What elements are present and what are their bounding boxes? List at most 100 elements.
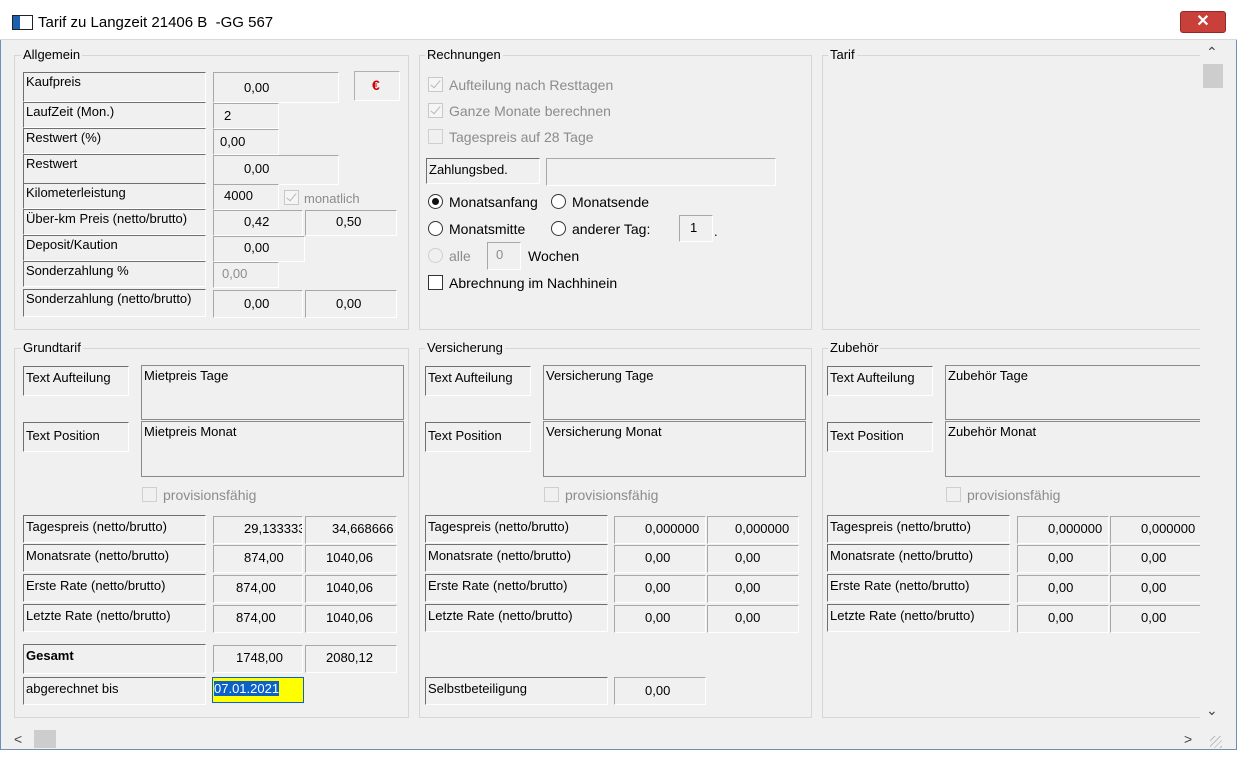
gt-text-position-field[interactable]: Mietpreis Monat: [141, 421, 404, 477]
vs-row-label: Letzte Rate (netto/brutto): [425, 604, 608, 632]
monatsanfang-radio[interactable]: [428, 194, 443, 209]
vs-row-brutto[interactable]: 0,00: [707, 605, 799, 633]
vs-provision-checkbox[interactable]: [544, 487, 559, 502]
anderer-tag-field[interactable]: 1: [679, 215, 713, 242]
zahlungsbed-field[interactable]: [546, 158, 776, 186]
sonder-pct-field[interactable]: 0,00: [213, 262, 279, 288]
window-icon: [12, 15, 33, 30]
zb-row-netto[interactable]: 0,00: [1017, 575, 1109, 603]
scroll-right-icon[interactable]: >: [1184, 731, 1192, 747]
zb-row-brutto[interactable]: 0,000000: [1110, 516, 1200, 544]
gt-row-brutto[interactable]: 1040,06: [305, 545, 397, 573]
abgerechnet-field[interactable]: 07.01.2021: [212, 677, 304, 703]
restwert-pct-field[interactable]: 0,00: [213, 129, 279, 155]
scroll-up-icon[interactable]: ⌃: [1206, 44, 1218, 61]
monatsende-label: Monatsende: [572, 194, 650, 210]
vs-row-netto[interactable]: 0,00: [614, 545, 706, 573]
tagespreis28-label: Tagespreis auf 28 Tage: [449, 129, 594, 145]
vs-row-brutto[interactable]: 0,00: [707, 575, 799, 603]
zb-row-netto[interactable]: 0,00: [1017, 545, 1109, 573]
deposit-label: Deposit/Kaution: [23, 235, 206, 261]
currency-field[interactable]: €: [354, 71, 400, 101]
wochen-field[interactable]: 0: [487, 242, 521, 270]
ueberkm-brutto-field[interactable]: 0,50: [305, 210, 397, 236]
vs-row-netto[interactable]: 0,000000: [614, 516, 706, 544]
scroll-down-icon[interactable]: ⌄: [1206, 702, 1218, 719]
zb-provision-checkbox[interactable]: [946, 487, 961, 502]
restwert-field[interactable]: 0,00: [213, 155, 339, 185]
tagespreis28-checkbox[interactable]: [428, 129, 443, 144]
kaufpreis-label: Kaufpreis: [23, 72, 206, 102]
alle-label: alle: [449, 248, 471, 264]
zb-row-netto[interactable]: 0,000000: [1017, 516, 1109, 544]
deposit-field[interactable]: 0,00: [213, 236, 305, 262]
group-title-allgemein: Allgemein: [21, 47, 83, 62]
km-label: Kilometerleistung: [23, 183, 206, 209]
gesamt-netto[interactable]: 1748,00: [213, 645, 303, 673]
gt-row-netto[interactable]: 29,133333: [213, 516, 303, 544]
gt-row-label: Letzte Rate (netto/brutto): [23, 604, 206, 632]
vs-row-netto[interactable]: 0,00: [614, 575, 706, 603]
laufzeit-field[interactable]: 2: [213, 103, 279, 129]
anderer-tag-radio[interactable]: [551, 221, 566, 236]
nachhinein-checkbox[interactable]: [428, 275, 443, 290]
zb-row-label: Monatsrate (netto/brutto): [827, 544, 1010, 572]
gt-row-netto[interactable]: 874,00: [213, 575, 303, 603]
zb-row-netto[interactable]: 0,00: [1017, 605, 1109, 633]
ueberkm-netto-field[interactable]: 0,42: [213, 210, 303, 236]
ganze-monate-checkbox[interactable]: [428, 103, 443, 118]
aufteilung-checkbox[interactable]: [428, 77, 443, 92]
vs-row-brutto[interactable]: 0,000000: [707, 516, 799, 544]
sonder-netto-field[interactable]: 0,00: [213, 290, 303, 318]
selbstbeteiligung-label: Selbstbeteiligung: [425, 677, 608, 705]
vs-row-netto[interactable]: 0,00: [614, 605, 706, 633]
horizontal-scroll-thumb[interactable]: [34, 730, 56, 748]
monatsende-radio[interactable]: [551, 194, 566, 209]
ueberkm-label: Über-km Preis (netto/brutto): [23, 209, 206, 235]
zb-row-label: Letzte Rate (netto/brutto): [827, 604, 1010, 632]
vs-row-label: Erste Rate (netto/brutto): [425, 574, 608, 602]
kaufpreis-field[interactable]: 0,00: [213, 72, 339, 103]
zb-text-aufteilung-label: Text Aufteilung: [827, 366, 933, 396]
scroll-left-icon[interactable]: <: [14, 731, 22, 747]
zb-text-position-field[interactable]: Zubehör Monat: [945, 421, 1200, 477]
zb-text-aufteilung-field[interactable]: Zubehör Tage: [945, 365, 1200, 420]
gesamt-brutto[interactable]: 2080,12: [305, 645, 397, 673]
km-field[interactable]: 4000: [213, 184, 279, 210]
gt-row-label: Tagespreis (netto/brutto): [23, 515, 206, 543]
sonder-pct-label: Sonderzahlung %: [23, 261, 206, 287]
close-button[interactable]: ✕: [1180, 11, 1226, 33]
nachhinein-label: Abrechnung im Nachhinein: [449, 275, 618, 291]
vs-text-position-field[interactable]: Versicherung Monat: [543, 421, 806, 477]
group-title-rechnungen: Rechnungen: [425, 47, 503, 62]
vs-row-brutto[interactable]: 0,00: [707, 545, 799, 573]
group-title-zubehoer: Zubehör: [828, 340, 881, 355]
resize-grip-icon[interactable]: [1210, 736, 1222, 748]
gt-text-aufteilung-field[interactable]: Mietpreis Tage: [141, 365, 404, 420]
gt-row-label: Monatsrate (netto/brutto): [23, 544, 206, 572]
gt-row-netto[interactable]: 874,00: [213, 545, 303, 573]
monatlich-checkbox[interactable]: [284, 190, 299, 205]
monatsmitte-label: Monatsmitte: [449, 221, 526, 237]
monatlich-label: monatlich: [304, 191, 360, 206]
abgerechnet-label: abgerechnet bis: [23, 677, 206, 705]
group-tarif: [822, 55, 1200, 330]
zb-row-brutto[interactable]: 0,00: [1110, 575, 1200, 603]
vertical-scrollbar[interactable]: [1200, 40, 1225, 730]
zb-row-brutto[interactable]: 0,00: [1110, 545, 1200, 573]
vertical-scroll-thumb[interactable]: [1203, 64, 1223, 88]
gt-row-brutto[interactable]: 1040,06: [305, 605, 397, 633]
zb-row-brutto[interactable]: 0,00: [1110, 605, 1200, 633]
monatsanfang-label: Monatsanfang: [449, 194, 538, 210]
vs-text-aufteilung-field[interactable]: Versicherung Tage: [543, 365, 806, 420]
gt-row-brutto[interactable]: 1040,06: [305, 575, 397, 603]
sonder-brutto-field[interactable]: 0,00: [305, 290, 397, 318]
monatsmitte-radio[interactable]: [428, 221, 443, 236]
horizontal-scrollbar[interactable]: [8, 729, 1198, 749]
gt-row-netto[interactable]: 874,00: [213, 605, 303, 633]
zahlungsbed-label: Zahlungsbed.: [426, 158, 540, 184]
gt-provision-checkbox[interactable]: [142, 487, 157, 502]
selbstbeteiligung-field[interactable]: 0,00: [614, 677, 706, 705]
gt-row-brutto[interactable]: 34,668666: [305, 516, 397, 544]
alle-radio[interactable]: [428, 248, 443, 263]
